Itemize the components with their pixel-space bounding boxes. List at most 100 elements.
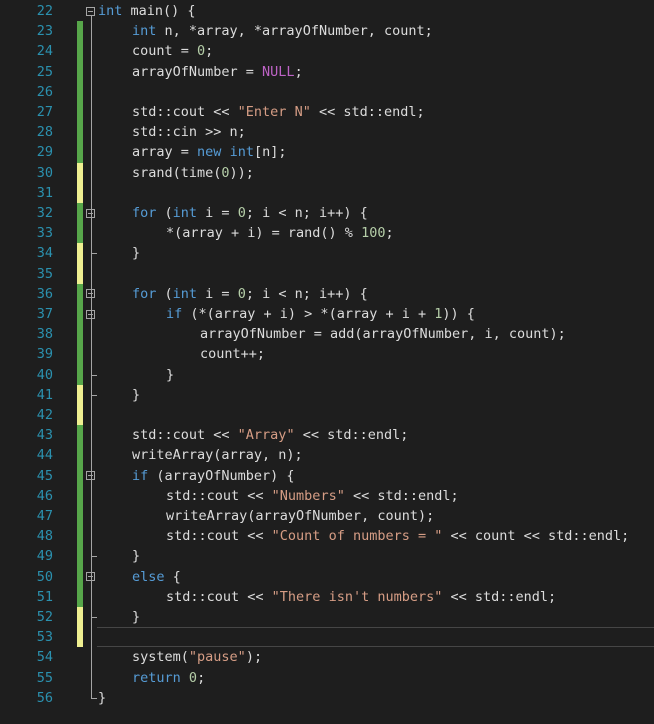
line-number: 55: [36, 669, 53, 686]
fold-guide-line: [91, 16, 92, 698]
code-token: ;: [294, 63, 303, 80]
code-token: << std::endl;: [310, 104, 425, 120]
string-token: "Count of numbers = ": [271, 528, 443, 545]
change-unsaved-marker: [77, 162, 83, 183]
number-token: 0: [197, 43, 206, 60]
change-saved-marker: [77, 344, 83, 365]
code-token: << std::endl;: [294, 427, 409, 444]
code-line[interactable]: }: [132, 546, 140, 566]
code-line[interactable]: count++;: [200, 344, 265, 364]
code-token: ;: [385, 225, 394, 242]
keyword-token: int: [132, 23, 157, 40]
code-token: i =: [197, 205, 238, 221]
code-token: *(array + i) = rand() %: [166, 225, 362, 242]
code-line[interactable]: }: [132, 243, 140, 263]
string-token: "Array": [237, 427, 295, 444]
code-token: (: [156, 285, 173, 302]
code-line[interactable]: }: [98, 688, 106, 708]
code-token: srand(time(: [132, 164, 222, 181]
macro-token: NULL: [262, 63, 295, 80]
code-token: ; i < n; i++) {: [245, 205, 368, 221]
line-number: 52: [36, 609, 53, 625]
line-number: 24: [36, 43, 53, 60]
code-line[interactable]: system("pause");: [132, 647, 262, 667]
code-line[interactable]: std::cin >> n;: [132, 122, 246, 142]
line-number: 54: [36, 649, 53, 666]
code-token: }: [166, 366, 175, 383]
line-number: 36: [36, 285, 53, 302]
change-saved-marker: [77, 526, 83, 547]
code-line[interactable]: return 0;: [132, 668, 205, 688]
code-line[interactable]: arrayOfNumber = NULL;: [132, 62, 303, 82]
code-token: << count << std::endl;: [442, 528, 630, 545]
code-line[interactable]: }: [132, 607, 140, 627]
keyword-token: for: [132, 285, 157, 302]
change-saved-marker: [77, 485, 83, 506]
change-unsaved-marker: [77, 405, 83, 426]
fold-guide-end: [91, 697, 97, 699]
code-line[interactable]: std::cout << "Enter N" << std::endl;: [132, 102, 425, 122]
keyword-token: new: [197, 144, 222, 161]
string-token: "There isn't numbers": [271, 588, 443, 605]
code-line[interactable]: if (arrayOfNumber) {: [132, 466, 295, 486]
line-number: 44: [36, 447, 53, 464]
change-saved-marker: [77, 445, 83, 466]
keyword-token: int: [98, 3, 123, 19]
line-number: 33: [36, 225, 53, 242]
code-token: }: [132, 609, 141, 625]
code-line[interactable]: std::cout << "There isn't numbers" << st…: [166, 587, 556, 607]
change-saved-marker: [77, 102, 83, 123]
code-line[interactable]: std::cout << "Array" << std::endl;: [132, 425, 408, 445]
code-line[interactable]: arrayOfNumber = add(arrayOfNumber, i, co…: [200, 324, 566, 344]
code-token: << std::endl;: [344, 487, 459, 504]
code-token: [n];: [253, 144, 287, 161]
code-line[interactable]: for (int i = 0; i < n; i++) {: [132, 284, 368, 304]
change-saved-marker: [77, 364, 83, 385]
code-token: ;: [197, 669, 206, 686]
number-token: 100: [361, 225, 386, 242]
code-line[interactable]: }: [166, 365, 174, 385]
code-line[interactable]: if (*(array + i) > *(array + i + 1)) {: [166, 304, 475, 324]
code-line[interactable]: *(array + i) = rand() % 100;: [166, 223, 394, 243]
line-number: 46: [36, 487, 53, 504]
code-line[interactable]: }: [132, 385, 140, 405]
code-line[interactable]: srand(time(0));: [132, 163, 254, 183]
code-token: system(: [132, 649, 189, 666]
code-editor[interactable]: 22 int main() { 23 int n, *array, *arrayOfN…: [0, 0, 654, 724]
line-number: 48: [36, 528, 53, 545]
code-line[interactable]: std::cout << "Count of numbers = " << co…: [166, 526, 629, 546]
change-saved-marker: [77, 122, 83, 143]
code-line[interactable]: int n, *array, *arrayOfNumber, count;: [132, 21, 433, 41]
code-line[interactable]: for (int i = 0; i < n; i++) {: [132, 203, 368, 223]
code-line[interactable]: count = 0;: [132, 41, 213, 61]
change-saved-marker: [77, 41, 83, 62]
change-saved-marker: [77, 546, 83, 567]
code-token: count++;: [200, 346, 266, 363]
line-number: 42: [36, 407, 53, 423]
code-line[interactable]: else {: [132, 567, 181, 587]
collapse-icon[interactable]: [86, 6, 95, 16]
change-unsaved-marker: [77, 384, 83, 405]
line-number: 56: [36, 689, 53, 706]
string-token: "Numbers": [271, 487, 345, 504]
line-number: 35: [36, 265, 53, 282]
code-token: array =: [132, 144, 198, 161]
code-token: )) {: [442, 306, 475, 322]
line-number: 50: [36, 568, 53, 585]
line-number: 39: [36, 346, 53, 363]
line-number: 27: [36, 104, 53, 120]
line-number: 23: [36, 23, 53, 40]
code-line[interactable]: array = new int[n];: [132, 142, 286, 162]
change-saved-marker: [77, 465, 83, 486]
line-number: 37: [36, 306, 53, 322]
code-line[interactable]: std::cout << "Numbers" << std::endl;: [166, 486, 459, 506]
code-line[interactable]: int main() {: [98, 1, 196, 21]
current-line-highlight: [97, 627, 654, 648]
line-number: 22: [36, 3, 53, 19]
code-line[interactable]: writeArray(array, n);: [132, 445, 303, 465]
line-number: 38: [36, 326, 53, 343]
code-line[interactable]: writeArray(arrayOfNumber, count);: [166, 506, 434, 526]
code-token: (arrayOfNumber) {: [148, 467, 295, 484]
